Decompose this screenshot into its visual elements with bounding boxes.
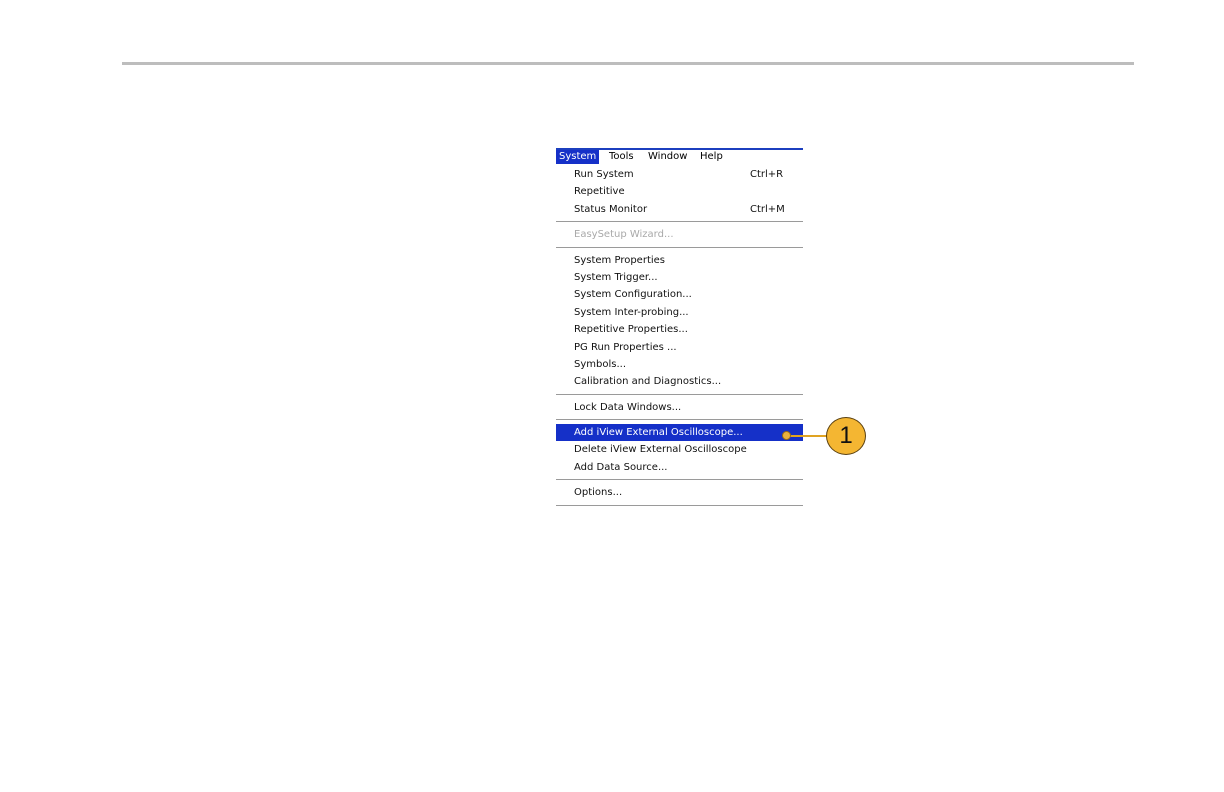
menu-item-repetitive-properties[interactable]: Repetitive Properties... [556,321,803,338]
menu-item-add-iview-oscilloscope[interactable]: Add iView External Oscilloscope... [556,424,803,442]
menu-separator [556,393,803,395]
menu-item-label: Add iView External Oscilloscope... [574,427,743,439]
menu-item-system-configuration[interactable]: System Configuration... [556,286,803,303]
menu-item-options[interactable]: Options... [556,484,803,501]
menu-item-system-properties[interactable]: System Properties [556,252,803,269]
menu-screenshot: System Tools Window Help Run System Ctrl… [556,148,804,506]
callout-anchor-dot [782,431,791,440]
menu-separator [556,504,803,506]
menu-item-label: Add Data Source... [574,461,668,473]
shortcut-label: Ctrl+M [750,203,785,215]
menu-item-label: Status Monitor [574,203,648,215]
menu-item-label: Repetitive Properties... [574,324,688,336]
menu-item-label: Lock Data Windows... [574,401,682,413]
menu-item-system-trigger[interactable]: System Trigger... [556,269,803,286]
menu-item-label: System Configuration... [574,289,692,301]
menu-window[interactable]: Window [645,150,690,164]
menu-item-label: Delete iView External Oscilloscope [574,444,747,456]
menu-item-label: Run System [574,169,634,180]
menu-item-label: System Inter-probing... [574,306,689,318]
menu-item-label: System Properties [574,254,666,266]
menu-tools[interactable]: Tools [606,150,637,164]
menu-item-label: Repetitive [574,186,625,198]
menu-separator [556,246,803,248]
header-rule [122,62,1134,65]
menu-item-repetitive[interactable]: Repetitive [556,183,803,200]
menu-bar: System Tools Window Help [556,148,803,164]
menu-item-label: EasySetup Wizard... [574,229,674,241]
menu-item-label: Options... [574,487,623,499]
menu-item-label: Calibration and Diagnostics... [574,376,722,388]
menu-item-run-system[interactable]: Run System Ctrl+R [556,166,803,183]
menu-separator [556,479,803,481]
menu-item-system-inter-probing[interactable]: System Inter-probing... [556,304,803,321]
menu-item-label: Symbols... [574,358,626,370]
menu-separator [556,419,803,421]
system-dropdown: Run System Ctrl+R Repetitive Status Moni… [556,166,803,510]
menu-item-pg-run-properties[interactable]: PG Run Properties ... [556,339,803,356]
menu-system[interactable]: System [556,150,600,164]
menu-item-label: PG Run Properties ... [574,341,677,353]
menu-help[interactable]: Help [697,150,726,164]
menu-item-lock-data-windows[interactable]: Lock Data Windows... [556,399,803,416]
callout-number-badge: 1 [826,417,866,455]
menu-item-label: System Trigger... [574,271,658,283]
menu-item-easysetup-wizard: EasySetup Wizard... [556,226,803,243]
manual-page: System Tools Window Help Run System Ctrl… [0,0,1224,792]
menu-item-symbols[interactable]: Symbols... [556,356,803,373]
menu-item-status-monitor[interactable]: Status Monitor Ctrl+M [556,201,803,218]
shortcut-label: Ctrl+R [750,169,784,180]
menu-item-calibration-diagnostics[interactable]: Calibration and Diagnostics... [556,373,803,390]
menu-item-add-data-source[interactable]: Add Data Source... [556,459,803,476]
menu-separator [556,221,803,223]
callout-leader-line [786,435,828,437]
menu-item-delete-iview-oscilloscope[interactable]: Delete iView External Oscilloscope [556,441,803,458]
